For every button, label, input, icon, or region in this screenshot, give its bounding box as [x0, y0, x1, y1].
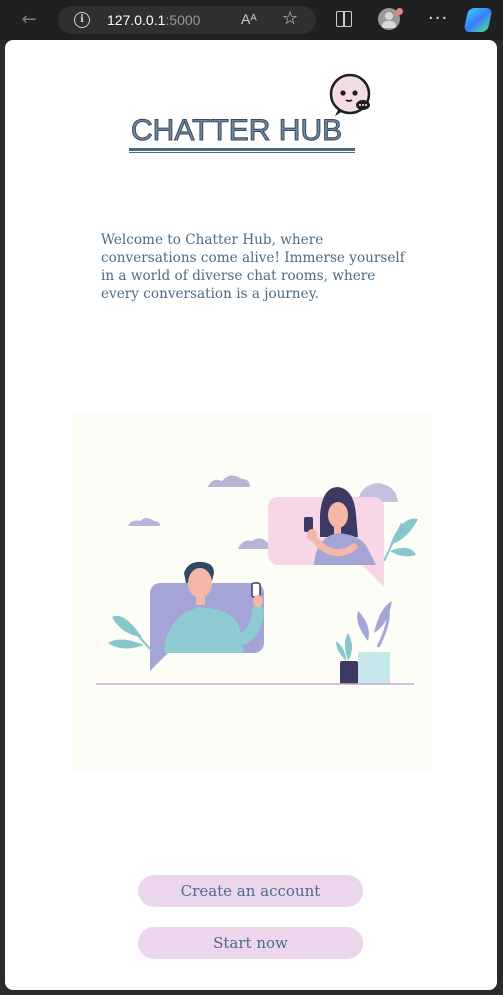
chat-bubble-icon — [329, 73, 371, 116]
app-logo-text: CHATTER HUB — [130, 114, 343, 148]
page-content: CHATTER HUB Welcome to Chatter Hub, wher… — [5, 40, 497, 990]
split-screen-icon[interactable] — [336, 11, 352, 27]
url-text[interactable]: 127.0.0.1:5000 — [107, 12, 200, 28]
copilot-icon[interactable] — [463, 8, 493, 32]
more-icon[interactable]: ··· — [428, 8, 448, 29]
chat-illustration — [72, 411, 432, 771]
browser-toolbar: ← i 127.0.0.1:5000 Aᴬ ☆ ··· — [0, 0, 503, 40]
url-port: :5000 — [165, 12, 201, 28]
start-now-button[interactable]: Start now — [138, 927, 363, 959]
address-bar[interactable]: i 127.0.0.1:5000 Aᴬ ☆ — [58, 6, 316, 34]
welcome-text: Welcome to Chatter Hub, where conversati… — [101, 232, 405, 302]
logo-underline-thin — [129, 152, 355, 153]
create-account-button[interactable]: Create an account — [138, 875, 363, 907]
url-host: 127.0.0.1 — [107, 12, 166, 28]
star-icon[interactable]: ☆ — [282, 8, 298, 29]
info-icon[interactable]: i — [74, 12, 90, 28]
notification-dot — [396, 8, 403, 15]
logo-underline — [129, 148, 355, 151]
back-arrow-icon[interactable]: ← — [18, 9, 40, 31]
read-aloud-icon[interactable]: Aᴬ — [241, 11, 257, 27]
